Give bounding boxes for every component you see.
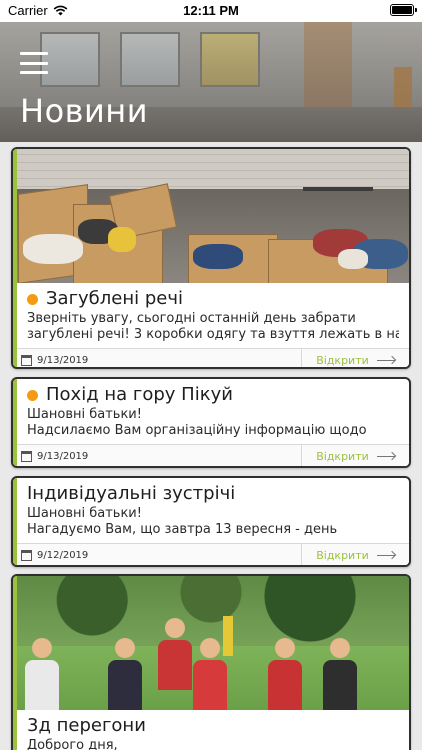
page-header: Новини — [0, 22, 422, 142]
news-title-text: 3д перегони — [27, 715, 146, 736]
news-date-text: 9/13/2019 — [37, 451, 89, 462]
news-title-text: Загублені речі — [46, 288, 183, 309]
news-date: 9/13/2019 — [13, 451, 301, 462]
calendar-icon — [21, 550, 32, 561]
news-body: Похід на гору Пікуй Шановні батьки! Надс… — [13, 379, 409, 439]
news-excerpt-line: загублені речі! 3 коробки одягу та взутт… — [27, 327, 399, 342]
news-image — [13, 576, 409, 710]
arrow-right-icon — [376, 555, 395, 556]
news-title: Індивідуальні зустрічі — [27, 482, 399, 506]
news-date-text: 9/12/2019 — [37, 550, 89, 561]
open-button[interactable]: Відкрити — [301, 544, 409, 565]
unread-dot-icon — [27, 293, 38, 305]
news-excerpt-line: Шановні батьки! — [27, 407, 142, 422]
news-footer: 9/13/2019 Відкрити — [13, 348, 409, 367]
news-excerpt-line: Надсилаємо Вам організаційну інформацію … — [27, 423, 367, 438]
news-card[interactable]: Загублені речі Зверніть увагу, сьогодні … — [11, 147, 411, 369]
arrow-right-icon — [376, 360, 395, 361]
news-title-text: Індивідуальні зустрічі — [27, 483, 236, 504]
unread-dot-icon — [27, 389, 38, 401]
news-image — [13, 149, 409, 283]
calendar-icon — [21, 451, 32, 462]
page-title: Новини — [20, 92, 149, 130]
news-excerpt-line: Нагадуємо Вам, що завтра 13 вересня - де… — [27, 522, 338, 537]
news-title: 3д перегони — [27, 714, 399, 738]
news-excerpt-line: Шановні батьки! — [27, 506, 142, 521]
news-excerpt-line: Доброго дня, — [27, 738, 118, 750]
news-title: Похід на гору Пікуй — [27, 383, 399, 407]
news-date-text: 9/13/2019 — [37, 355, 89, 366]
news-body: Індивідуальні зустрічі Шановні батьки! Н… — [13, 478, 409, 538]
news-excerpt-line: Зверніть увагу, сьогодні останній день з… — [27, 311, 356, 326]
news-title-text: Похід на гору Пікуй — [46, 384, 233, 405]
open-button[interactable]: Відкрити — [301, 445, 409, 466]
status-bar: Carrier 12:11 PM — [0, 0, 422, 22]
news-body: 3д перегони Доброго дня, — [13, 710, 409, 750]
news-card[interactable]: Похід на гору Пікуй Шановні батьки! Надс… — [11, 377, 411, 468]
news-card[interactable]: Індивідуальні зустрічі Шановні батьки! Н… — [11, 476, 411, 567]
menu-icon[interactable] — [20, 52, 48, 74]
news-body: Загублені речі Зверніть увагу, сьогодні … — [13, 283, 409, 343]
calendar-icon — [21, 355, 32, 366]
news-card[interactable]: 3д перегони Доброго дня, — [11, 574, 411, 750]
status-right — [390, 4, 417, 16]
news-date: 9/13/2019 — [13, 355, 301, 366]
open-button-label: Відкрити — [316, 450, 369, 463]
open-button-label: Відкрити — [316, 549, 369, 562]
status-time: 12:11 PM — [183, 3, 239, 18]
open-button[interactable]: Відкрити — [301, 349, 409, 367]
open-button-label: Відкрити — [316, 354, 369, 367]
news-title: Загублені речі — [27, 287, 399, 311]
news-footer: 9/12/2019 Відкрити — [13, 543, 409, 565]
arrow-right-icon — [376, 456, 395, 457]
news-footer: 9/13/2019 Відкрити — [13, 444, 409, 466]
news-date: 9/12/2019 — [13, 550, 301, 561]
battery-icon — [390, 4, 417, 16]
